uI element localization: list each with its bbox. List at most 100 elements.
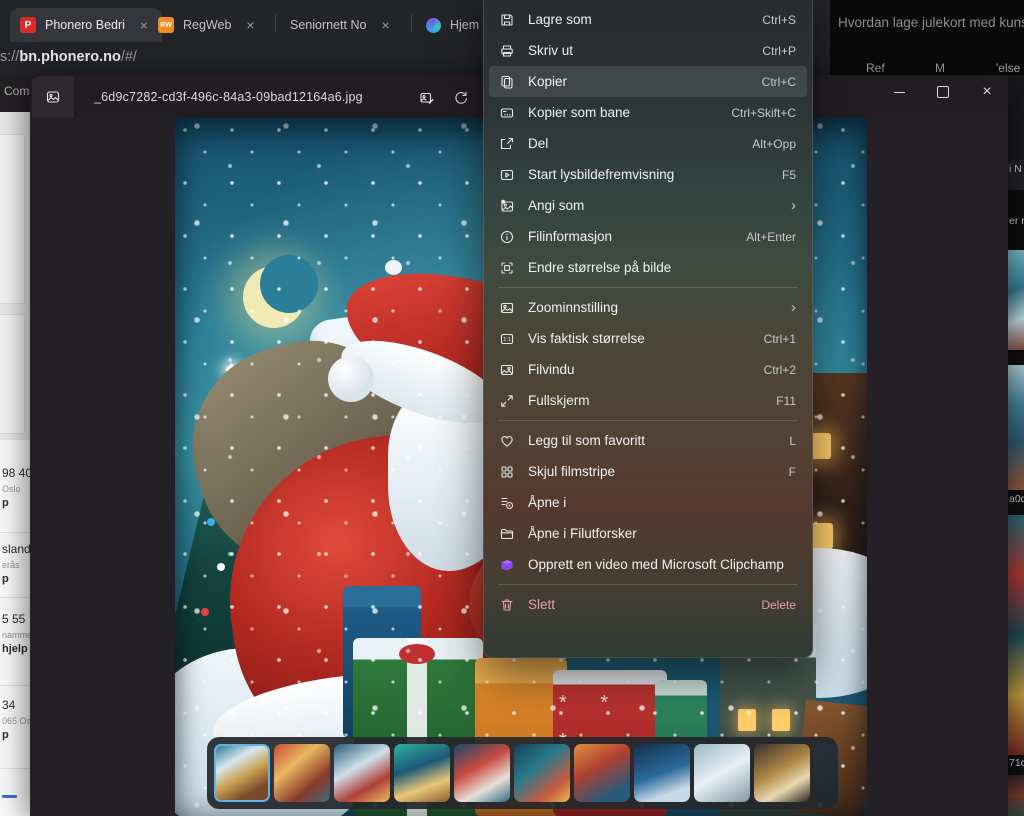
- menu-item-slett[interactable]: Slett Delete: [489, 589, 807, 620]
- menu-separator: [498, 584, 798, 585]
- filmstrip-thumbnail-selected[interactable]: [214, 744, 270, 802]
- list-text: 065 Osl: [2, 716, 30, 726]
- tab-separator: [275, 15, 276, 32]
- menu-item-filvindu[interactable]: Filvindu Ctrl+2: [489, 354, 807, 385]
- tab-close-icon[interactable]: ×: [381, 18, 389, 32]
- filmstrip-thumbnail[interactable]: [514, 744, 570, 802]
- filmstrip-thumbnail[interactable]: [634, 744, 690, 802]
- tab-regweb[interactable]: RW RegWeb ×: [148, 8, 292, 42]
- menu-item-endre-storrelse[interactable]: Endre størrelse på bilde: [489, 252, 807, 283]
- fullscreen-icon: [499, 393, 515, 409]
- menu-item-skjul-filmstripe[interactable]: Skjul filmstripe F: [489, 456, 807, 487]
- maximize-icon: [937, 86, 949, 98]
- hjem-favicon: [426, 18, 441, 33]
- chevron-right-icon: ›: [791, 300, 796, 315]
- photos-file-tab[interactable]: [32, 76, 74, 118]
- close-button[interactable]: ×: [964, 75, 1010, 109]
- url-text: s://bn.phonero.no/#/: [0, 49, 137, 65]
- image-icon: [45, 89, 61, 105]
- left-strip-header-text: Com: [4, 84, 29, 98]
- copy-icon: [499, 74, 515, 90]
- minimize-button[interactable]: [876, 75, 922, 109]
- menu-item-zoominnstilling[interactable]: Zoominnstilling ›: [489, 292, 807, 323]
- background-fragment: Ref: [866, 61, 885, 75]
- menu-item-apne-i-filutforsker[interactable]: Åpne i Filutforsker: [489, 518, 807, 549]
- menu-item-shortcut: Ctrl+P: [762, 44, 796, 58]
- edit-image-button[interactable]: [416, 87, 438, 109]
- tab-separator: [411, 15, 412, 32]
- menu-item-skriv-ut[interactable]: Skriv ut Ctrl+P: [489, 35, 807, 66]
- tab-phonero[interactable]: P Phonero Bedri ×: [10, 8, 162, 42]
- list-divider: [0, 597, 30, 598]
- menu-item-label: Åpne i Filutforsker: [528, 526, 796, 541]
- set-as-icon: [499, 198, 515, 214]
- list-divider: [0, 768, 30, 769]
- heart-icon: [499, 433, 515, 449]
- tab-close-icon[interactable]: ×: [246, 18, 254, 32]
- list-text: p: [2, 497, 9, 509]
- menu-item-shortcut: L: [789, 434, 796, 448]
- print-icon: [499, 43, 515, 59]
- menu-item-apne-i[interactable]: Åpne i: [489, 487, 807, 518]
- folder-icon: [499, 526, 515, 542]
- trash-icon: [499, 597, 515, 613]
- photos-filename: _6d9c7282-cd3f-496c-84a3-09bad12164a6.jp…: [94, 75, 363, 119]
- screen: P Phonero Bedri × RW RegWeb × Seniornett…: [0, 0, 1024, 816]
- menu-item-lagre-som[interactable]: Lagre som Ctrl+S: [489, 4, 807, 35]
- menu-item-clipchamp[interactable]: Opprett en video med Microsoft Clipchamp: [489, 549, 807, 580]
- right-strip-text: er r: [1009, 215, 1024, 227]
- menu-item-shortcut: F11: [776, 394, 796, 408]
- filmstrip-thumbnail[interactable]: [394, 744, 450, 802]
- tab-label: Phonero Bedri: [45, 18, 125, 32]
- left-strip-panel: [0, 134, 25, 304]
- filmstrip-thumbnail[interactable]: [274, 744, 330, 802]
- rotate-button[interactable]: [450, 87, 472, 109]
- url-host: bn.phonero.no: [19, 49, 120, 65]
- right-strip-image: [1008, 775, 1024, 816]
- menu-item-kopier-som-bane[interactable]: Kopier som bane Ctrl+Skift+C: [489, 97, 807, 128]
- filmstrip-thumbnail[interactable]: [754, 744, 810, 802]
- link-fragment[interactable]: [2, 795, 17, 798]
- tab-label: Seniornett No: [290, 18, 366, 32]
- filmstrip-thumbnail[interactable]: [334, 744, 390, 802]
- edit-image-icon: [419, 90, 435, 106]
- menu-item-del[interactable]: Del Alt+Opp: [489, 128, 807, 159]
- menu-item-fullskjerm[interactable]: Fullskjerm F11: [489, 385, 807, 416]
- menu-item-filinformasjon[interactable]: Filinformasjon Alt+Enter: [489, 221, 807, 252]
- svg-text:1:1: 1:1: [503, 337, 511, 343]
- menu-item-vis-faktisk-storrelse[interactable]: 1:1 Vis faktisk størrelse Ctrl+1: [489, 323, 807, 354]
- menu-item-label: Start lysbildefremvisning: [528, 167, 770, 182]
- menu-item-start-lysbildefremvisning[interactable]: Start lysbildefremvisning F5: [489, 159, 807, 190]
- tab-label: RegWeb: [183, 18, 231, 32]
- right-strip-image: [1008, 515, 1024, 755]
- zoom-setting-icon: [499, 300, 515, 316]
- menu-item-angi-som[interactable]: Angi som ›: [489, 190, 807, 221]
- tab-seniornett[interactable]: Seniornett No ×: [280, 8, 428, 42]
- menu-item-label: Filinformasjon: [528, 229, 734, 244]
- menu-item-label: Kopier som bane: [528, 105, 719, 120]
- menu-item-shortcut: Ctrl+1: [764, 332, 796, 346]
- menu-item-label: Vis faktisk størrelse: [528, 331, 752, 346]
- menu-item-label: Opprett en video med Microsoft Clipchamp: [528, 557, 796, 572]
- filmstrip-thumbnail[interactable]: [694, 744, 750, 802]
- menu-item-kopier[interactable]: Kopier Ctrl+C: [489, 66, 807, 97]
- background-fragment: M: [935, 61, 945, 75]
- menu-item-shortcut: F: [789, 465, 796, 479]
- maximize-button[interactable]: [920, 75, 966, 109]
- menu-item-label: Åpne i: [528, 495, 796, 510]
- close-icon: ×: [982, 84, 991, 100]
- filmstrip-thumbnail[interactable]: [814, 744, 838, 802]
- filmstrip-thumbnail[interactable]: [574, 744, 630, 802]
- regweb-favicon: RW: [158, 17, 174, 33]
- filmstrip-thumbnail[interactable]: [454, 744, 510, 802]
- right-strip-text: 71c: [1009, 757, 1024, 769]
- slideshow-icon: [499, 167, 515, 183]
- menu-item-shortcut: Alt+Enter: [746, 230, 796, 244]
- menu-item-label: Skriv ut: [528, 43, 750, 58]
- tab-close-icon[interactable]: ×: [140, 18, 148, 32]
- list-text: p: [2, 729, 9, 741]
- menu-item-shortcut: Ctrl+S: [762, 13, 796, 27]
- menu-item-shortcut: Ctrl+Skift+C: [731, 106, 796, 120]
- menu-item-legg-til-som-favoritt[interactable]: Legg til som favoritt L: [489, 425, 807, 456]
- list-text: erås: [2, 560, 20, 570]
